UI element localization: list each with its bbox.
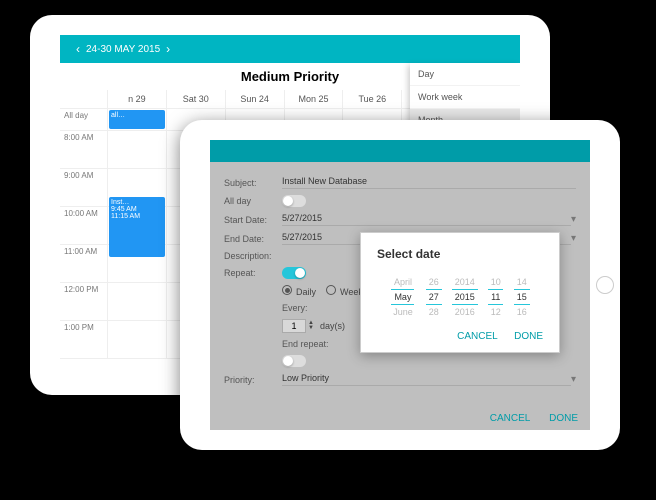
next-week-button[interactable]: › [160, 42, 176, 56]
calendar-cell[interactable] [108, 283, 167, 321]
day-header: n 29 [108, 90, 167, 109]
calendar-cell[interactable] [108, 321, 167, 359]
time-label: 8:00 AM [60, 131, 108, 169]
subject-input[interactable]: Install New Database [282, 176, 576, 189]
calendar-cell[interactable] [108, 131, 167, 169]
repeat-daily-radio[interactable]: Daily [282, 285, 316, 297]
month-wheel[interactable]: April May June [390, 275, 416, 319]
time-label: 9:00 AM [60, 169, 108, 207]
cancel-button[interactable]: CANCEL [490, 413, 531, 424]
date-range: 24-30 MAY 2015 [86, 44, 160, 55]
subject-label: Subject: [224, 178, 282, 188]
chevron-down-icon[interactable]: ▾ [571, 233, 576, 244]
day-header: Sun 24 [226, 90, 285, 109]
year-wheel[interactable]: 2014 2015 2016 [452, 275, 478, 319]
calendar-cell[interactable]: all… [108, 109, 167, 131]
repeat-label: Repeat: [224, 268, 282, 278]
view-menu-item-day[interactable]: Day [410, 63, 520, 86]
datepicker-title: Select date [377, 247, 543, 261]
minute-wheel[interactable]: 14 15 16 [514, 275, 530, 319]
datepicker-done-button[interactable]: DONE [514, 331, 543, 342]
date-picker-dialog: Select date April May June 26 27 28 2014 [360, 232, 560, 353]
startdate-label: Start Date: [224, 215, 282, 225]
endrepeat-toggle[interactable] [282, 355, 306, 367]
time-label: 1:00 PM [60, 321, 108, 359]
calendar-cell[interactable] [108, 245, 167, 283]
time-label: 12:00 PM [60, 283, 108, 321]
enddate-label: End Date: [224, 234, 282, 244]
every-input[interactable] [282, 319, 306, 333]
tablet-event-form: Subject: Install New Database All day St… [180, 120, 620, 450]
view-menu-item-workweek[interactable]: Work week [410, 86, 520, 109]
event-form: Subject: Install New Database All day St… [210, 162, 590, 430]
time-label: 10:00 AM [60, 207, 108, 245]
datepicker-cancel-button[interactable]: CANCEL [457, 331, 497, 342]
day-header: Mon 25 [285, 90, 344, 109]
priority-select[interactable]: Low Priority [282, 373, 571, 386]
every-label: Every: [282, 303, 322, 313]
priority-label: Priority: [224, 375, 282, 385]
day-wheel[interactable]: 26 27 28 [426, 275, 442, 319]
event-allday[interactable]: all… [109, 110, 165, 129]
repeat-toggle[interactable] [282, 267, 306, 279]
chevron-down-icon[interactable]: ▾ [571, 374, 576, 385]
every-unit: day(s) [320, 321, 345, 331]
prev-week-button[interactable]: ‹ [70, 42, 86, 56]
description-label: Description: [224, 251, 282, 261]
endrepeat-label: End repeat: [282, 339, 342, 349]
form-footer: CANCEL DONE [474, 413, 578, 424]
form-topbar [210, 140, 590, 162]
day-header: Sat 30 [167, 90, 226, 109]
every-spinner[interactable]: ▲▼ [282, 319, 314, 333]
done-button[interactable]: DONE [549, 413, 578, 424]
allday-label: All day [60, 109, 108, 131]
day-header: Tue 26 [343, 90, 402, 109]
startdate-input[interactable]: 5/27/2015 [282, 213, 571, 226]
allday-label: All day [224, 196, 282, 206]
time-label: 11:00 AM [60, 245, 108, 283]
spinner-down-icon[interactable]: ▼ [308, 326, 314, 331]
chevron-down-icon[interactable]: ▾ [571, 214, 576, 225]
hour-wheel[interactable]: 10 11 12 [488, 275, 504, 319]
calendar-cell[interactable]: Inst… 9:45 AM 11:15 AM [108, 207, 167, 245]
home-button-2[interactable] [596, 276, 614, 294]
calendar-topbar: ‹ 24-30 MAY 2015 › [60, 35, 520, 63]
allday-toggle[interactable] [282, 195, 306, 207]
